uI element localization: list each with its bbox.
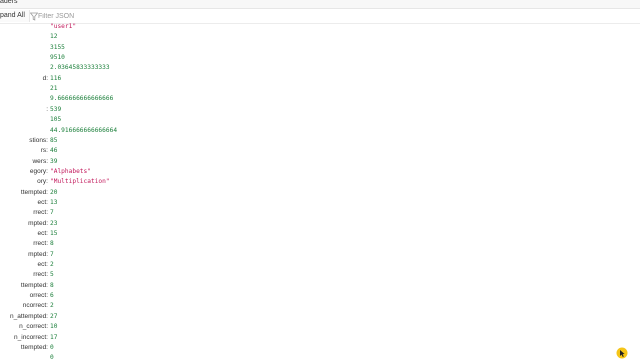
json-key: n_attempted:: [10, 312, 48, 320]
json-key: mpted:: [28, 219, 48, 227]
json-value: 3155: [50, 43, 65, 51]
json-value: 44.916666666666664: [50, 126, 118, 134]
json-key: mpted:: [28, 250, 48, 258]
json-key: rs:: [40, 147, 48, 155]
json-row[interactable]: rs: 46: [0, 146, 640, 156]
filter-box[interactable]: [28, 11, 148, 22]
json-value: 9.666666666666666: [50, 95, 114, 103]
json-key: rrect:: [33, 209, 48, 217]
json-value: 8: [50, 240, 54, 248]
json-key: ttempted:: [20, 281, 48, 289]
json-value: "Alphabets": [50, 167, 91, 175]
json-key: n_incorrect:: [14, 333, 48, 341]
json-value: 46: [50, 147, 58, 155]
json-row[interactable]: wers: 39: [0, 157, 640, 167]
expand-all-button[interactable]: pand All: [0, 10, 30, 22]
json-value: "Multiplication": [50, 178, 110, 186]
json-row[interactable]: rrect: 8: [0, 239, 640, 249]
json-value: 17: [50, 333, 58, 341]
json-row[interactable]: 105: [0, 115, 640, 125]
json-row[interactable]: d: 116: [0, 74, 640, 84]
json-value: 23: [50, 219, 58, 227]
json-value: 10: [50, 323, 58, 331]
json-key: egory:: [29, 167, 48, 175]
json-row[interactable]: 12: [0, 32, 640, 42]
json-row[interactable]: ect: 15: [0, 229, 640, 239]
json-value: 0: [50, 354, 54, 362]
filter-input[interactable]: [38, 11, 146, 22]
json-row[interactable]: 0: [0, 353, 640, 363]
json-row[interactable]: 44.916666666666664: [0, 126, 640, 136]
tab-title[interactable]: aders: [0, 0, 18, 5]
json-row[interactable]: "user1": [0, 22, 640, 32]
json-value: 27: [50, 312, 58, 320]
json-key: ttempted:: [20, 343, 48, 351]
json-value: 15: [50, 230, 58, 237]
json-row[interactable]: n_correct: 10: [0, 322, 640, 332]
cursor-icon: [616, 347, 628, 359]
json-value: 0: [50, 343, 54, 351]
json-value: 2: [50, 302, 54, 310]
json-value: 7: [50, 250, 54, 258]
json-value: 539: [50, 105, 62, 113]
json-row[interactable]: orrect: 6: [0, 291, 640, 301]
json-key: wers:: [32, 157, 48, 165]
json-row[interactable]: :539: [0, 105, 640, 115]
json-value: 85: [50, 136, 58, 144]
json-value: 116: [50, 74, 62, 82]
json-row[interactable]: 9510: [0, 53, 640, 63]
json-value: 6: [50, 292, 54, 300]
json-row[interactable]: ttempted: 20: [0, 188, 640, 198]
json-row[interactable]: 2.03645833333333: [0, 63, 640, 73]
json-row[interactable]: mpted: 23: [0, 219, 640, 229]
json-value: 105: [50, 116, 62, 124]
json-value: 12: [50, 33, 58, 41]
json-row[interactable]: stions: 85: [0, 136, 640, 146]
json-row[interactable]: ect: 13: [0, 198, 640, 208]
json-value: 2: [50, 261, 54, 269]
json-value: 7: [50, 209, 54, 217]
json-row[interactable]: egory: "Alphabets": [0, 167, 640, 177]
json-key: rrect:: [33, 240, 48, 248]
json-row[interactable]: 3155: [0, 43, 640, 53]
json-value: 5: [50, 271, 54, 279]
json-key: orrect:: [29, 292, 48, 300]
tab-bar: aders: [0, 0, 640, 9]
json-row[interactable]: ory: "Multiplication": [0, 177, 640, 187]
json-value: 13: [50, 198, 58, 206]
filter-icon: [30, 12, 38, 21]
json-value: 21: [50, 85, 58, 93]
json-value: 2.03645833333333: [50, 64, 110, 72]
json-value: 20: [50, 188, 58, 196]
json-key: ect:: [37, 198, 48, 206]
json-row[interactable]: n_attempted: 27: [0, 312, 640, 322]
json-key: :: [46, 105, 48, 113]
json-row[interactable]: ttempted: 8: [0, 281, 640, 291]
json-row[interactable]: mpted: 7: [0, 250, 640, 260]
json-key: stions:: [29, 136, 48, 144]
json-row[interactable]: n_incorrect: 17: [0, 333, 640, 343]
json-key: d:: [42, 74, 48, 82]
json-row[interactable]: ncorrect: 2: [0, 301, 640, 311]
json-row[interactable]: rrect: 7: [0, 208, 640, 218]
json-row[interactable]: 21: [0, 84, 640, 94]
json-value: 39: [50, 157, 58, 165]
json-value: 9510: [50, 54, 65, 62]
json-key: ory:: [37, 178, 48, 186]
json-value: 8: [50, 281, 54, 289]
json-row[interactable]: 9.666666666666666: [0, 94, 640, 104]
json-key: ttempted:: [20, 188, 48, 196]
json-key: ect:: [37, 261, 48, 269]
json-key: ncorrect:: [22, 302, 48, 310]
json-row[interactable]: rrect: 5: [0, 270, 640, 280]
json-key: ect:: [37, 230, 48, 237]
json-row[interactable]: ect: 2: [0, 260, 640, 270]
json-value: "user1": [50, 23, 77, 30]
json-row[interactable]: ttempted: 0: [0, 343, 640, 353]
json-key: n_correct:: [19, 323, 48, 331]
json-key: rrect:: [33, 271, 48, 279]
